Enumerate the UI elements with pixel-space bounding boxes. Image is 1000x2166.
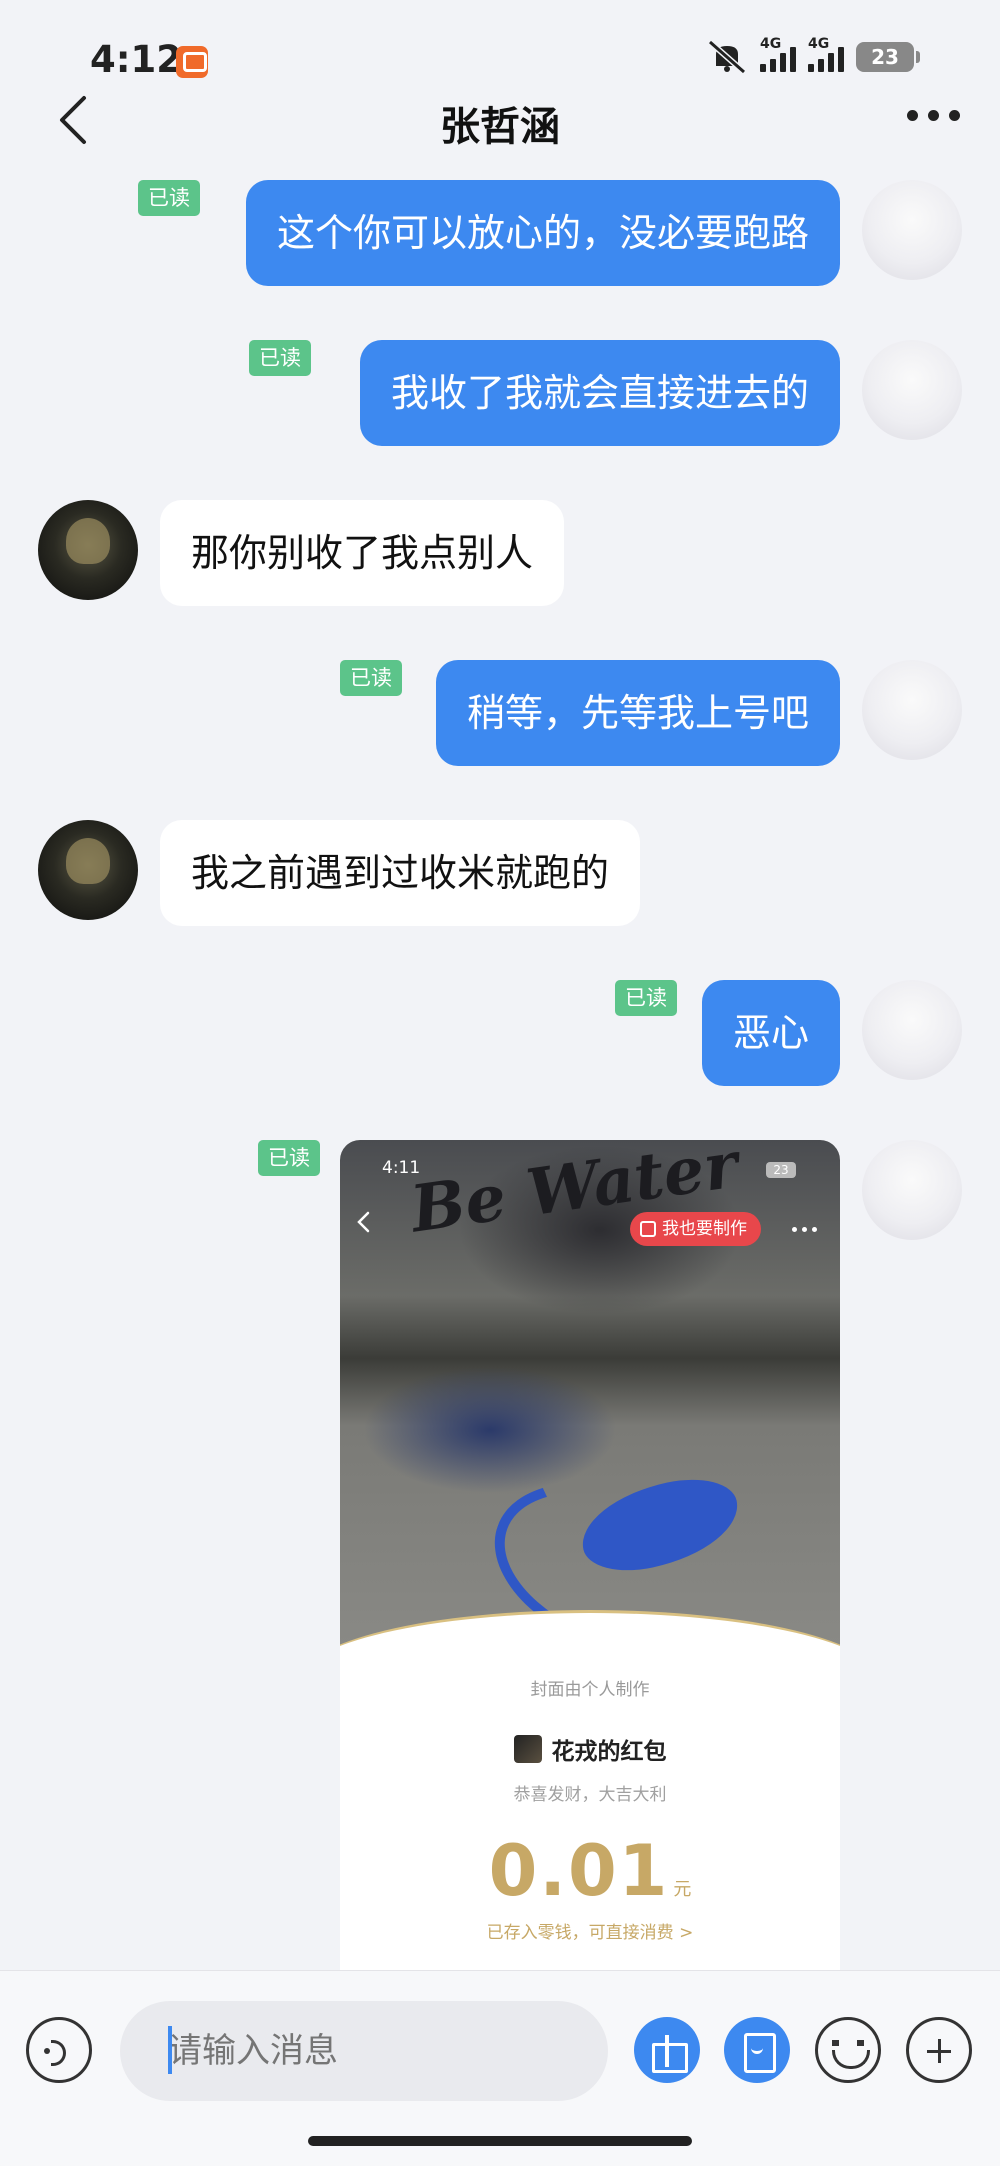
cover-photo: Be Water (340, 1140, 840, 1690)
chat-title: 张哲涵 (440, 104, 560, 150)
app-notification-icon (176, 46, 208, 78)
my-avatar[interactable] (862, 980, 962, 1080)
signal-icon-2: 4G (808, 36, 844, 72)
card-back-icon (357, 1211, 370, 1233)
more-icon[interactable] (907, 110, 960, 121)
contact-message-bubble[interactable]: 那你别收了我点别人 (160, 500, 565, 606)
red-packet-screenshot[interactable]: Be Water 4:11 23 我也要制作 封面由个人制作 花戎的红包 恭喜发… (340, 1140, 840, 1970)
stored-note: 已存入零钱，可直接消费 > (486, 1923, 694, 1943)
packet-title: 花戎的红包 (340, 1732, 840, 1766)
message-input[interactable] (120, 2001, 608, 2101)
my-message-bubble[interactable]: 稍等，先等我上号吧 (435, 660, 840, 766)
packet-greeting: 恭喜发财，大吉大利 (513, 1785, 667, 1805)
packet-title-text: 花戎的红包 (551, 1739, 667, 1765)
make-cover-label: 我也要制作 (662, 1219, 747, 1239)
gift-icon[interactable] (634, 2017, 700, 2083)
chat-header: 张哲涵 (0, 80, 1000, 160)
contact-message-bubble[interactable]: 我之前遇到过收米就跑的 (160, 820, 641, 926)
read-badge: 已读 (138, 180, 200, 216)
my-avatar[interactable] (862, 340, 962, 440)
emoji-icon[interactable] (815, 2017, 881, 2083)
my-avatar[interactable] (862, 660, 962, 760)
voice-icon[interactable] (26, 2017, 92, 2083)
read-badge: 已读 (340, 660, 402, 696)
amount-value: 0.01 (488, 1830, 670, 1912)
cover-caption: 封面由个人制作 (530, 1680, 650, 1700)
packet-amount: 0.01 元 (340, 1830, 840, 1912)
read-badge: 已读 (615, 980, 677, 1016)
text-cursor (168, 2026, 172, 2074)
battery-icon: 23 (856, 42, 920, 72)
network-type-1: 4G (760, 36, 782, 52)
contact-avatar[interactable] (38, 820, 138, 920)
card-battery-icon: 23 (766, 1162, 796, 1178)
card-status-time: 4:11 (382, 1158, 421, 1178)
status-time: 4:12 (90, 38, 183, 81)
amount-unit: 元 (673, 1879, 692, 1900)
read-badge: 已读 (258, 1140, 320, 1176)
my-avatar[interactable] (862, 180, 962, 280)
contact-avatar[interactable] (38, 500, 138, 600)
status-indicators: 4G 4G 23 (706, 36, 920, 74)
signal-icon-1: 4G (760, 36, 796, 72)
home-indicator (308, 2136, 692, 2146)
sender-avatar (513, 1735, 542, 1763)
network-type-2: 4G (808, 36, 830, 52)
card-status-bar: 4:11 23 (340, 1158, 840, 1188)
cover-icon (640, 1221, 656, 1237)
red-packet-icon[interactable] (724, 2017, 790, 2083)
card-more-icon (792, 1227, 817, 1232)
mute-icon (708, 40, 746, 74)
my-message-bubble[interactable]: 我收了我就会直接进去的 (359, 340, 840, 446)
my-message-bubble[interactable]: 恶心 (701, 980, 840, 1086)
plus-icon[interactable] (906, 2017, 972, 2083)
read-badge: 已读 (249, 340, 311, 376)
my-message-bubble[interactable]: 这个你可以放心的，没必要跑路 (245, 180, 840, 286)
my-avatar[interactable] (862, 1140, 962, 1240)
make-cover-button: 我也要制作 (630, 1212, 761, 1246)
